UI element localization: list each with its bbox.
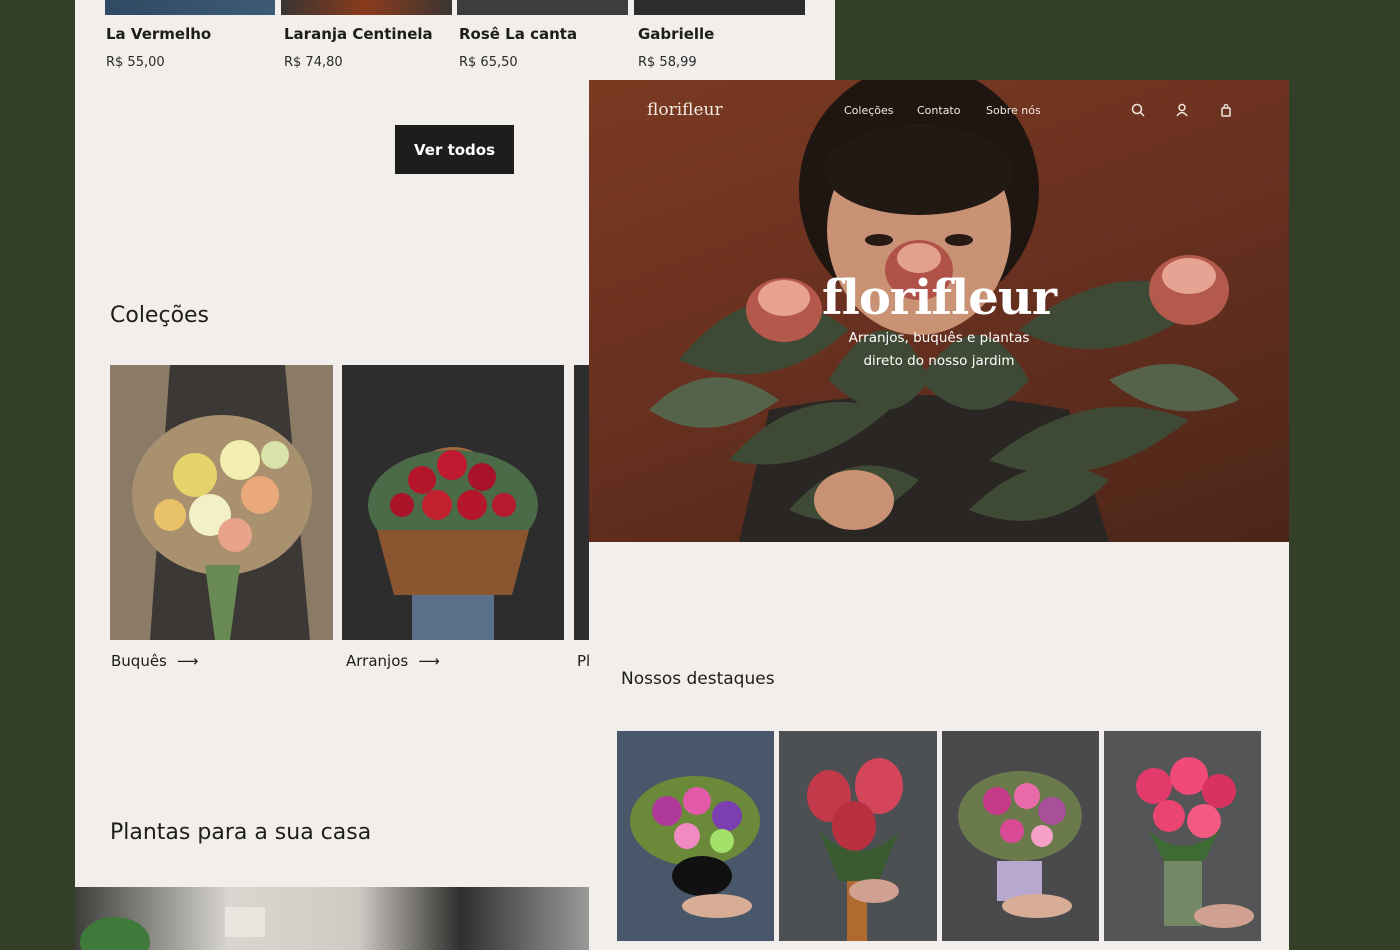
destaque-image[interactable] — [942, 731, 1099, 941]
product-price: R$ 58,99 — [638, 55, 697, 70]
bag-icon[interactable] — [1218, 102, 1234, 118]
collection-label: Buquês — [111, 652, 167, 670]
product-name[interactable]: Gabrielle — [638, 25, 714, 43]
destaques-heading: Nossos destaques — [621, 669, 775, 689]
product-name[interactable]: Laranja Centinela — [284, 25, 433, 43]
ver-todos-button[interactable]: Ver todos — [395, 125, 514, 174]
hero-subtitle-line2: direto do nosso jardim — [863, 353, 1015, 369]
colecoes-heading: Coleções — [110, 303, 210, 328]
product-image[interactable] — [281, 0, 452, 15]
protea-illustration — [779, 731, 937, 941]
plant-leaf-icon — [80, 907, 265, 950]
collection-link-buques[interactable]: Buquês ⟶ — [111, 652, 198, 670]
front-page: florifleur Coleções Contato Sobre nós fl… — [589, 80, 1289, 950]
destaque-image[interactable] — [617, 731, 774, 941]
product-image[interactable] — [105, 0, 275, 15]
nav-link-sobre-nos[interactable]: Sobre nós — [986, 104, 1041, 117]
collection-label: Arranjos — [346, 652, 409, 670]
product-price: R$ 65,50 — [459, 55, 518, 70]
nav-link-colecoes[interactable]: Coleções — [844, 104, 894, 117]
arrow-right-icon: ⟶ — [176, 652, 199, 670]
peony-illustration — [1104, 731, 1261, 941]
hero-title: florifleur — [821, 270, 1057, 326]
product-price: R$ 55,00 — [106, 55, 165, 70]
user-icon[interactable] — [1174, 102, 1190, 118]
product-price: R$ 74,80 — [284, 55, 343, 70]
product-image[interactable] — [634, 0, 805, 15]
nav-link-contato[interactable]: Contato — [917, 104, 960, 117]
bouquet-illustration — [617, 731, 774, 941]
arrow-right-icon: ⟶ — [418, 652, 440, 670]
search-icon[interactable] — [1130, 102, 1146, 118]
logo[interactable]: florifleur — [647, 100, 723, 120]
product-name[interactable]: La Vermelho — [106, 25, 211, 43]
basket-illustration — [342, 365, 564, 640]
collection-image-buques[interactable] — [110, 365, 333, 640]
product-image[interactable] — [457, 0, 628, 15]
bouquet-illustration — [942, 731, 1099, 941]
product-name[interactable]: Rosê La canta — [459, 25, 577, 43]
collection-link-arranjos[interactable]: Arranjos ⟶ — [346, 652, 440, 670]
hero-banner: florifleur Coleções Contato Sobre nós fl… — [589, 80, 1289, 542]
hero-subtitle-line1: Arranjos, buquês e plantas — [848, 330, 1030, 346]
plantas-heading: Plantas para a sua casa — [110, 820, 372, 845]
destaque-image[interactable] — [779, 731, 937, 941]
collection-image-arranjos[interactable] — [342, 365, 564, 640]
plantas-image-strip — [75, 887, 589, 950]
top-nav: florifleur Coleções Contato Sobre nós — [589, 80, 1289, 142]
bouquet-illustration — [110, 365, 333, 640]
destaque-image[interactable] — [1104, 731, 1261, 941]
